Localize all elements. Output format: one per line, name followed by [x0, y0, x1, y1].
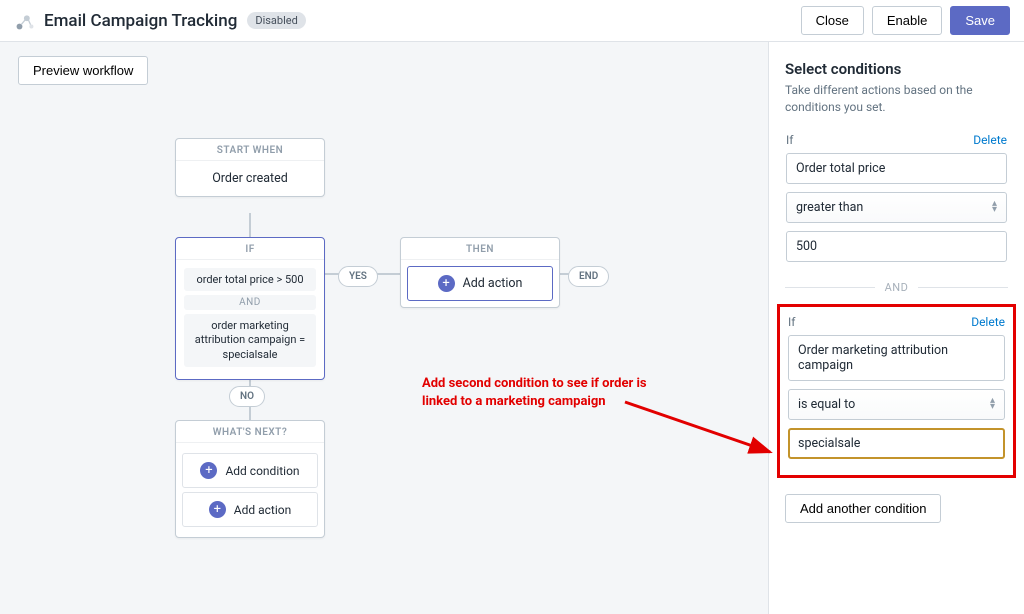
select-caret-icon: ▴▾ — [990, 398, 995, 410]
delete-condition-link[interactable]: Delete — [971, 315, 1005, 329]
add-condition-label: Add condition — [225, 464, 299, 478]
node-header: IF — [176, 238, 324, 260]
node-header: START WHEN — [176, 139, 324, 161]
condition-block: If Delete Order total price greater than… — [785, 132, 1008, 271]
if-label: If — [786, 133, 793, 147]
condition-field-select[interactable]: Order marketing attribution campaign — [788, 335, 1005, 381]
save-button[interactable]: Save — [950, 6, 1010, 35]
node-start[interactable]: START WHEN Order created — [175, 138, 325, 197]
node-content: Order created — [176, 161, 324, 196]
connector — [249, 213, 251, 237]
delete-condition-link[interactable]: Delete — [973, 133, 1007, 147]
node-header: WHAT'S NEXT? — [176, 421, 324, 443]
condition-operator-select[interactable]: is equal to ▴▾ — [788, 389, 1005, 420]
enable-button[interactable]: Enable — [872, 6, 942, 35]
add-action-label: Add action — [234, 503, 291, 517]
plus-icon: + — [200, 462, 217, 479]
sidebar-subtitle: Take different actions based on the cond… — [785, 82, 1008, 116]
condition-chip: order marketing attribution campaign = s… — [184, 314, 316, 367]
and-chip: AND — [184, 295, 316, 310]
plus-icon: + — [438, 275, 455, 292]
page-title: Email Campaign Tracking — [44, 11, 237, 31]
preview-workflow-button[interactable]: Preview workflow — [18, 56, 148, 85]
branch-end: END — [568, 266, 609, 287]
add-action-row[interactable]: + Add action — [407, 266, 553, 301]
conditions-sidebar: Select conditions Take different actions… — [768, 42, 1024, 614]
sidebar-title: Select conditions — [785, 60, 1008, 78]
status-badge: Disabled — [247, 12, 305, 29]
and-separator: AND — [785, 281, 1008, 294]
add-another-condition-button[interactable]: Add another condition — [785, 494, 941, 523]
node-then[interactable]: THEN + Add action — [400, 237, 560, 308]
branch-no: NO — [229, 386, 265, 407]
operator-value: is equal to — [798, 397, 855, 412]
condition-value-input[interactable]: 500 — [786, 231, 1007, 262]
if-label: If — [788, 315, 795, 329]
workflow-canvas: Preview workflow START WHEN Order create… — [0, 42, 768, 614]
node-if[interactable]: IF order total price > 500 AND order mar… — [175, 237, 325, 380]
connector — [325, 273, 339, 275]
condition-value-input[interactable]: specialsale — [788, 428, 1005, 459]
add-action-row[interactable]: + Add action — [182, 492, 318, 527]
annotation-text: Add second condition to see if order is … — [422, 375, 682, 410]
select-caret-icon: ▴▾ — [992, 201, 997, 213]
plus-icon: + — [209, 501, 226, 518]
app-logo-icon — [14, 10, 36, 32]
branch-yes: YES — [338, 266, 378, 287]
add-action-label: Add action — [463, 276, 523, 291]
condition-operator-select[interactable]: greater than ▴▾ — [786, 192, 1007, 223]
close-button[interactable]: Close — [801, 6, 864, 35]
condition-block-highlight: If Delete Order marketing attribution ca… — [777, 304, 1016, 478]
node-whats-next[interactable]: WHAT'S NEXT? + Add condition + Add actio… — [175, 420, 325, 538]
condition-field-select[interactable]: Order total price — [786, 153, 1007, 184]
operator-value: greater than — [796, 200, 863, 215]
node-header: THEN — [401, 238, 559, 260]
add-condition-row[interactable]: + Add condition — [182, 453, 318, 488]
condition-chip: order total price > 500 — [184, 268, 316, 291]
